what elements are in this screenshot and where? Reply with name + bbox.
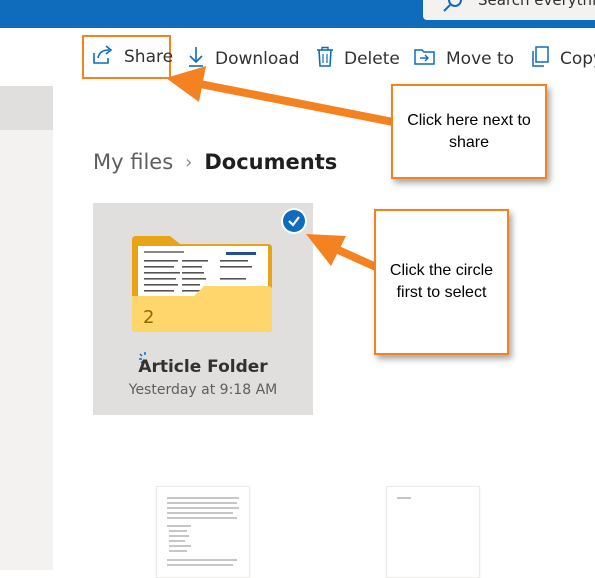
arrow-to-share	[166, 66, 394, 126]
arrow-to-checkbox	[306, 234, 378, 271]
callout-share: Click here next to share	[391, 84, 547, 179]
callout-select: Click the circle first to select	[374, 209, 509, 355]
callout-share-text: Click here next to share	[407, 111, 531, 151]
callout-select-text: Click the circle first to select	[389, 262, 494, 301]
